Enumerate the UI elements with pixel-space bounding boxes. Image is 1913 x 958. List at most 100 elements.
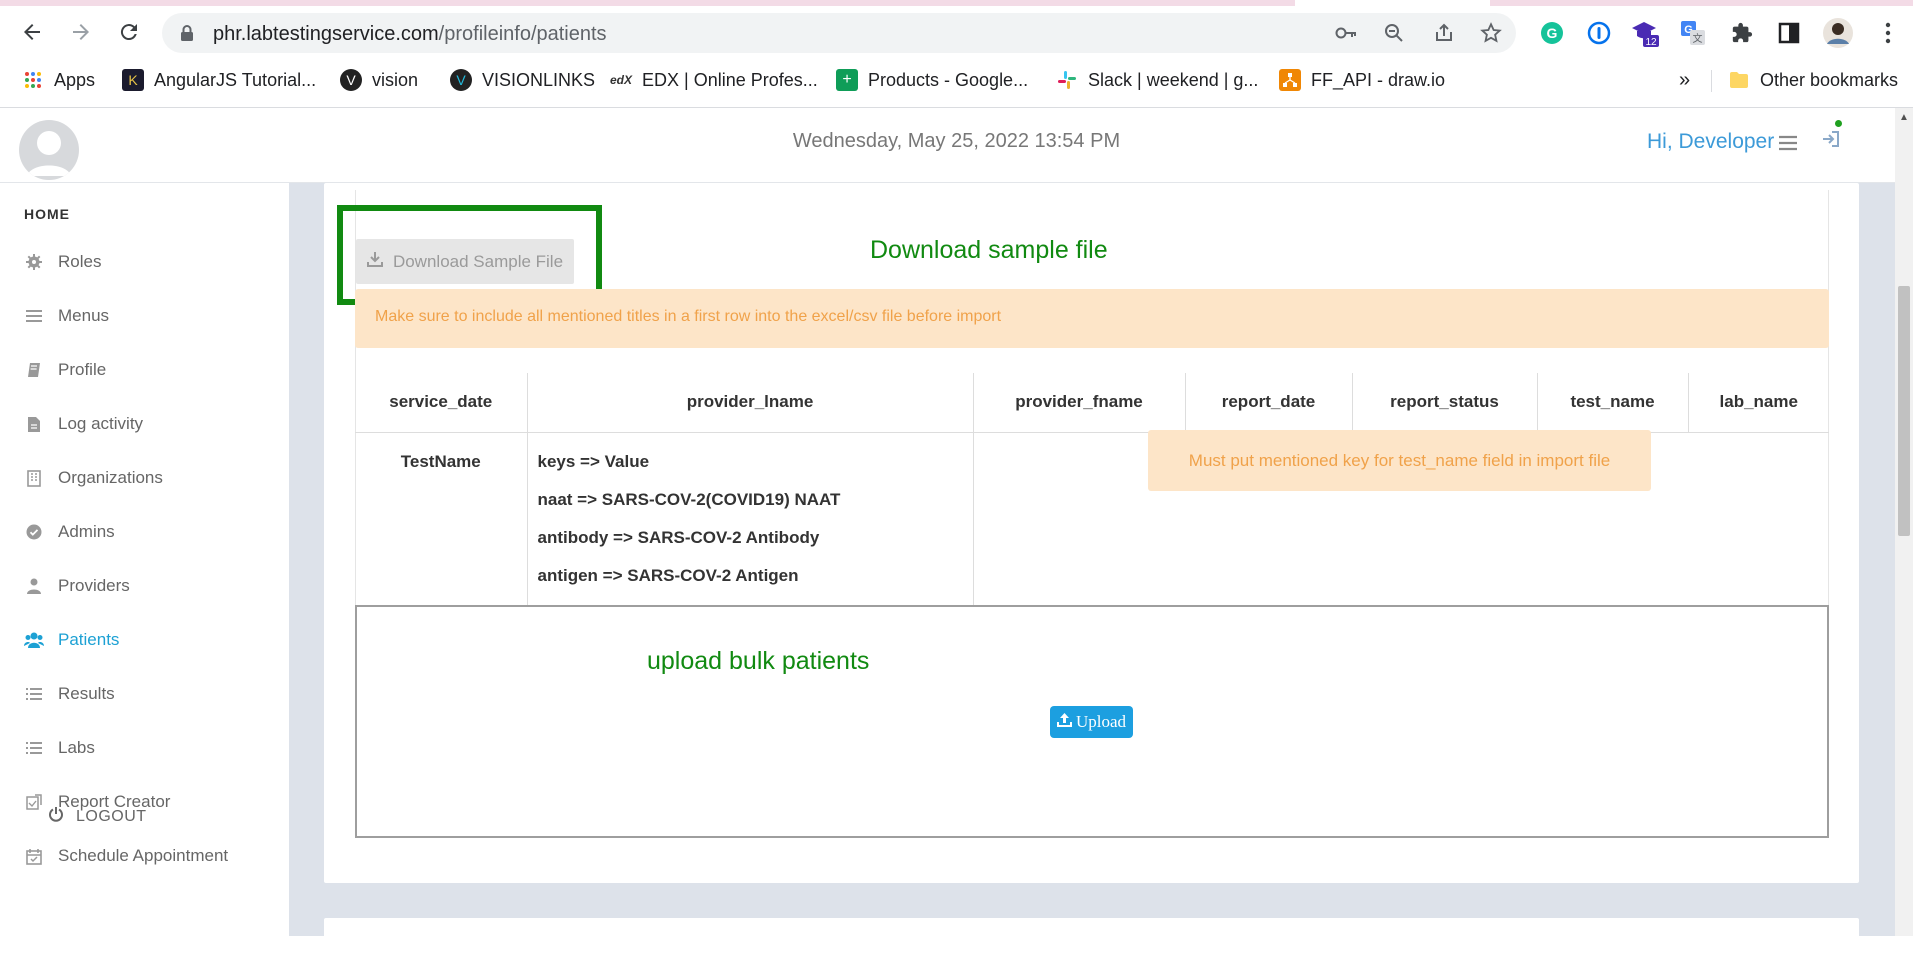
graduation-cap-icon[interactable]: 12 [1628,16,1662,50]
star-icon[interactable] [1479,21,1503,45]
grammarly-icon[interactable]: G [1535,16,1569,50]
bookmark-edx[interactable]: edX EDX | Online Profes... [610,66,818,94]
bookmark-products[interactable]: + Products - Google... [836,66,1028,94]
sidebar-item-label: Patients [58,630,120,649]
sidebar-item-schedule-appointment[interactable]: Schedule Appointment [24,841,228,871]
notice-text: Make sure to include all mentioned title… [375,308,1002,325]
logout-button[interactable]: LOGOUT [48,806,147,827]
profile-avatar-icon[interactable] [1821,16,1855,50]
other-bookmarks-label: Other bookmarks [1760,69,1899,90]
password-manager-icon[interactable] [1582,16,1616,50]
key-icon[interactable] [1334,21,1358,45]
column-header: provider_fname [973,373,1186,433]
logout-label: LOGOUT [76,807,147,825]
column-header: service_date [355,373,528,433]
browser-chrome: phr.labtestingservice.com/profileinfo/pa… [0,0,1913,108]
users-icon [24,632,44,648]
bookmark-visionlinks[interactable]: V VISIONLINKS [450,66,595,94]
url-text: phr.labtestingservice.com/profileinfo/pa… [213,23,607,45]
zoom-out-icon[interactable] [1382,21,1406,45]
sidebar-item-label: Log activity [58,414,144,433]
share-icon[interactable] [1432,21,1456,45]
bookmark-vision[interactable]: V vision [340,66,418,94]
edx-icon: edX [610,73,633,87]
svg-text:G: G [1547,25,1558,41]
bookmark-slack[interactable]: Slack | weekend | g... [1056,66,1258,94]
list-icon [24,741,44,755]
svg-text:12: 12 [1645,37,1657,48]
bookmark-label: FF_API - draw.io [1311,69,1446,90]
page-scrollbar[interactable]: ▲ [1895,108,1913,936]
forward-icon[interactable] [61,12,101,52]
sidebar-item-menus[interactable]: Menus [24,301,109,331]
user-greeting[interactable]: Hi, Developer [1647,130,1774,154]
folder-icon [1728,69,1750,91]
app-header: Wednesday, May 25, 2022 13:54 PM Hi, Dev… [0,108,1895,183]
scroll-up-icon[interactable]: ▲ [1899,112,1909,123]
bookmarks-divider [1711,70,1712,92]
sidebar-item-patients[interactable]: Patients [24,625,119,655]
puzzle-icon[interactable] [1725,16,1759,50]
report-icon [24,794,44,810]
svg-text:文: 文 [1693,32,1703,45]
annotation-download-text: Download sample file [870,236,1108,264]
sheets-icon: + [836,69,858,91]
bookmarks-overflow-button[interactable]: » [1679,66,1690,94]
book-icon [24,362,44,378]
keys-cell: keys => Value naat => SARS-COV-2(COVID19… [527,432,974,605]
apps-grid-icon [22,69,44,91]
bookmark-drawio[interactable]: FF_API - draw.io [1279,66,1445,94]
sidebar-item-label: Roles [58,252,102,271]
file-icon [24,416,44,433]
calendar-check-icon [24,848,44,865]
angular-icon: K [122,69,144,91]
check-circle-icon [24,524,44,540]
sidebar-item-label: Results [58,684,115,703]
sidebar-item-roles[interactable]: Roles [24,247,101,277]
more-menu-icon[interactable] [1871,16,1905,50]
column-header: test_name [1537,373,1689,433]
address-bar[interactable]: phr.labtestingservice.com/profileinfo/pa… [162,13,1516,53]
sidebar-item-log-activity[interactable]: Log activity [24,409,143,439]
sidebar-home[interactable]: HOME [24,206,70,222]
column-header: provider_lname [527,373,974,433]
scrollbar-thumb[interactable] [1898,286,1910,536]
side-panel-icon[interactable] [1772,16,1806,50]
header-datetime: Wednesday, May 25, 2022 13:54 PM [792,130,1121,152]
bookmark-label: VISIONLINKS [482,69,596,90]
drawio-icon [1279,69,1301,91]
table-header-row: service_date provider_lname provider_fna… [355,373,1829,433]
sidebar-item-results[interactable]: Results [24,679,115,709]
hamburger-icon[interactable] [1779,131,1797,157]
sidebar-item-profile[interactable]: Profile [24,355,106,385]
sidebar-item-admins[interactable]: Admins [24,517,115,547]
reload-icon[interactable] [109,12,149,52]
bookmark-label: AngularJS Tutorial... [154,69,317,90]
upload-button-label: Upload [1075,712,1127,731]
overflow-label: » [1679,68,1691,91]
other-bookmarks[interactable]: Other bookmarks [1728,66,1898,94]
sidebar-item-providers[interactable]: Providers [24,571,130,601]
vision-icon: V [340,69,362,91]
browser-toolbar: phr.labtestingservice.com/profileinfo/pa… [0,8,1913,56]
bookmark-angularjs[interactable]: K AngularJS Tutorial... [122,66,316,94]
key-mapping: antigen => SARS-COV-2 Antigen [537,565,799,585]
upload-button[interactable]: Upload [1050,706,1133,738]
sidebar-item-organizations[interactable]: Organizations [24,463,163,493]
sidebar-item-label: Schedule Appointment [58,846,229,865]
back-icon[interactable] [12,12,52,52]
bookmarks-bar: Apps K AngularJS Tutorial... V vision V … [0,62,1913,98]
column-header: report_date [1185,373,1353,433]
power-icon [48,806,64,827]
sidebar-item-labs[interactable]: Labs [24,733,95,763]
column-header: lab_name [1688,373,1829,433]
lock-icon [180,24,194,47]
bookmark-apps[interactable]: Apps [22,66,95,94]
translate-icon[interactable]: G文 [1676,16,1710,50]
bookmark-label: Slack | weekend | g... [1088,69,1259,90]
key-mapping: keys => Value [537,451,650,471]
test-name-warning: Must put mentioned key for test_name fie… [1148,430,1651,491]
annotation-upload-text: upload bulk patients [647,647,870,675]
sidebar-item-label: Organizations [58,468,163,487]
sign-out-icon[interactable] [1822,130,1840,153]
